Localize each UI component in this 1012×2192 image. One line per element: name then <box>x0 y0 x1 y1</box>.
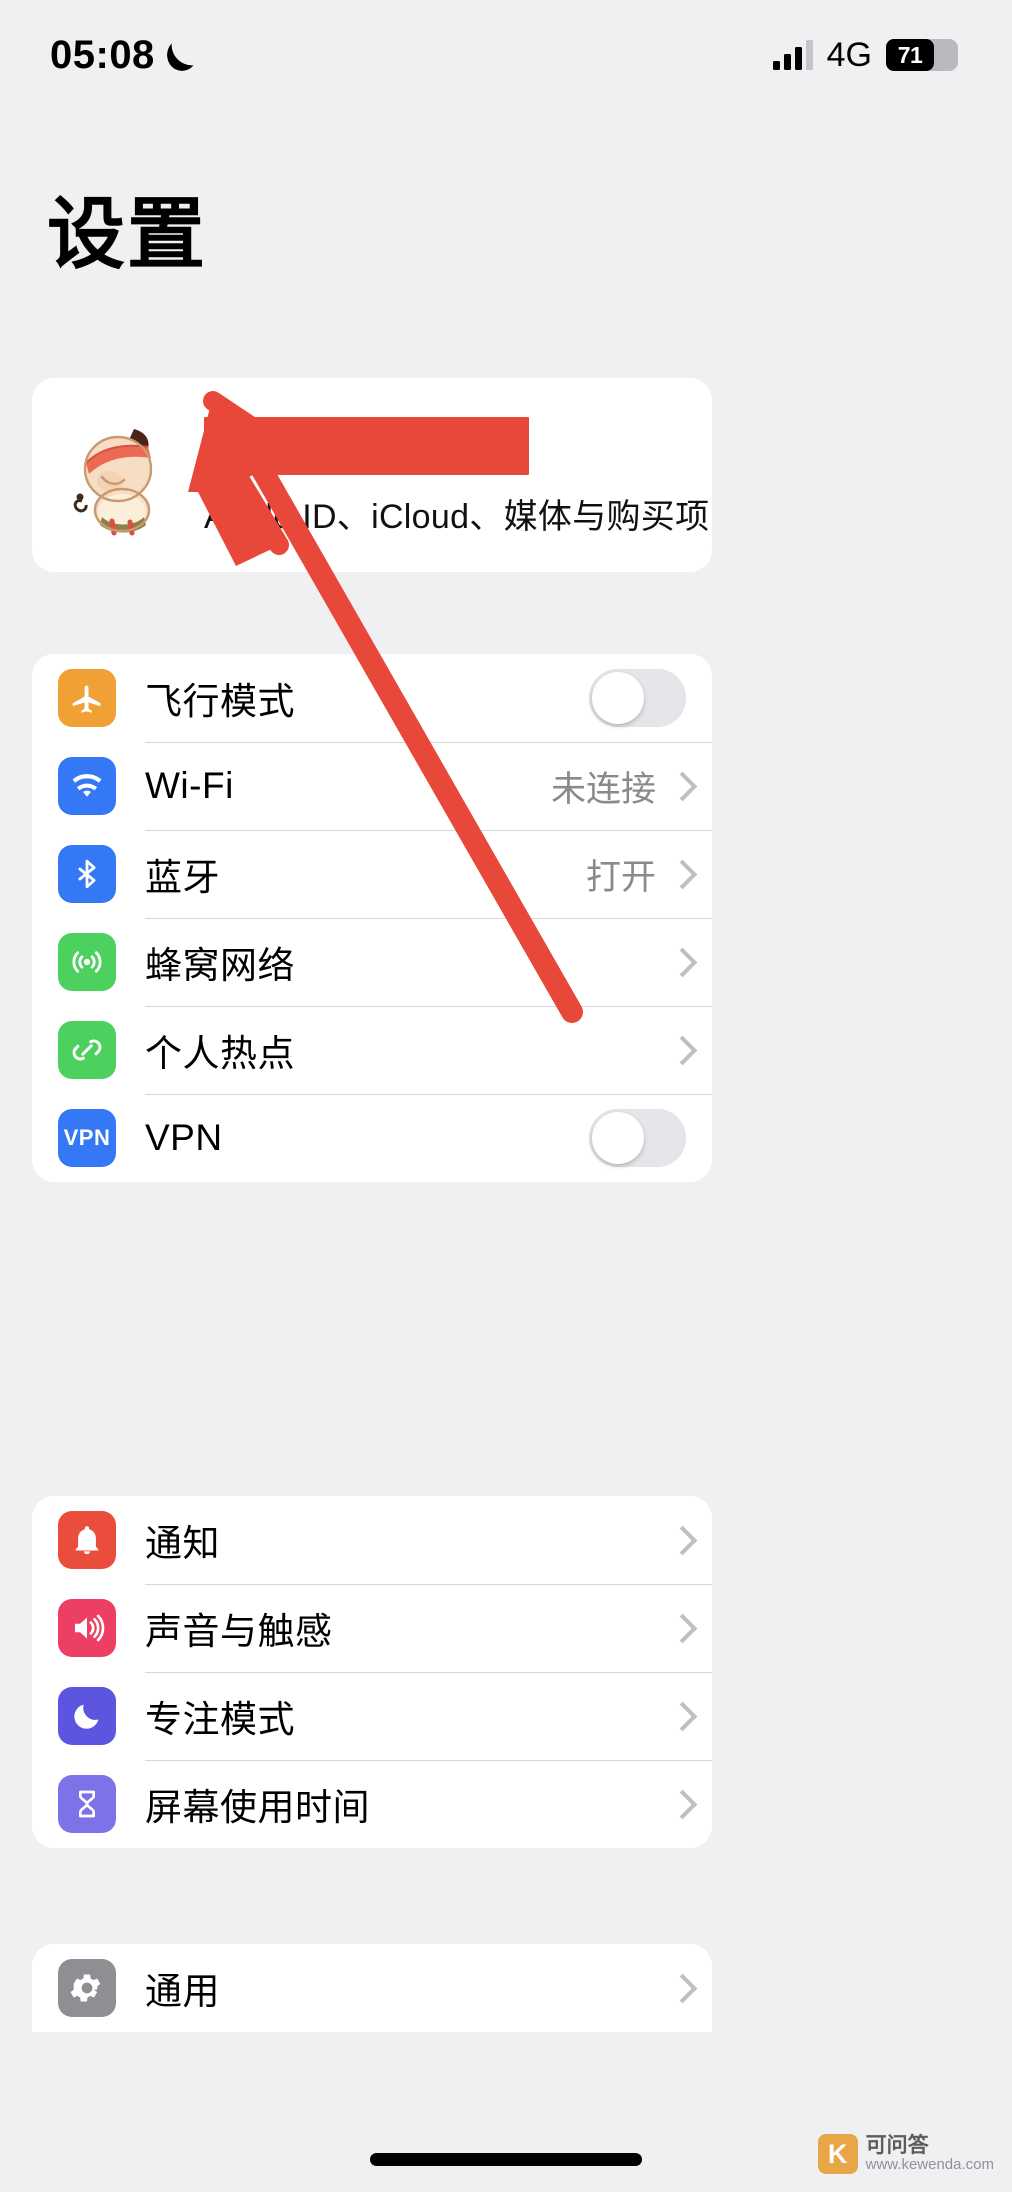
bluetooth-status-value: 打开 <box>585 857 656 897</box>
cartoon-baby-avatar <box>58 413 182 537</box>
airplane-mode-toggle[interactable] <box>589 669 686 727</box>
settings-row-general[interactable]: 通用 <box>32 1944 712 2032</box>
status-bar-left: 05:08 <box>50 33 197 78</box>
settings-row-vpn[interactable]: VPN VPN <box>32 1094 712 1182</box>
home-indicator <box>370 2153 642 2166</box>
wifi-icon <box>58 757 116 815</box>
settings-row-label: 专注模式 <box>145 1699 295 1740</box>
settings-row-label: 声音与触感 <box>145 1611 333 1652</box>
hotspot-icon <box>58 1021 116 1079</box>
settings-row-label: VPN <box>145 1117 223 1158</box>
moon-focus-icon <box>58 1687 116 1745</box>
chevron-right-icon <box>672 1037 686 1063</box>
settings-row-focus[interactable]: 专注模式 <box>32 1672 712 1760</box>
vpn-icon: VPN <box>58 1109 116 1167</box>
watermark-name: 可问答 <box>865 2134 929 2158</box>
chevron-right-icon <box>672 1791 686 1817</box>
settings-row-label: 个人热点 <box>145 1033 295 1074</box>
settings-row-airplane-mode[interactable]: 飞行模式 <box>32 654 712 742</box>
settings-group-system: 通用 <box>32 1944 712 2032</box>
site-watermark: K 可问答 www.kewenda.com <box>817 2134 994 2174</box>
bluetooth-icon <box>58 845 116 903</box>
chevron-right-icon <box>672 861 686 887</box>
chevron-right-icon <box>672 1527 686 1553</box>
watermark-url: www.kewenda.com <box>865 2156 994 2174</box>
status-bar-right: 4G 71 <box>772 35 958 75</box>
cellular-icon <box>58 933 116 991</box>
apple-id-card[interactable]: Apple ID、iCloud、媒体与购买项目 <box>32 378 712 572</box>
settings-row-screen-time[interactable]: 屏幕使用时间 <box>32 1760 712 1848</box>
gear-icon <box>58 1959 116 2017</box>
chevron-right-icon <box>672 949 686 975</box>
settings-row-label: 飞行模式 <box>145 681 295 722</box>
battery-percent-label: 71 <box>897 41 923 68</box>
crescent-moon-icon <box>167 39 197 71</box>
chevron-right-icon <box>672 773 686 799</box>
page-title: 设置 <box>47 190 208 278</box>
settings-group-connectivity: 飞行模式 Wi-Fi 未连接 蓝牙 打开 蜂窝网络 个人热点 VPN VPN <box>32 654 712 1182</box>
status-time: 05:08 <box>50 32 155 77</box>
settings-row-label: 屏幕使用时间 <box>145 1787 370 1828</box>
settings-row-label: Wi-Fi <box>145 765 234 806</box>
settings-row-bluetooth[interactable]: 蓝牙 打开 <box>32 830 712 918</box>
vpn-toggle[interactable] <box>589 1109 686 1167</box>
settings-row-label: 蜂窝网络 <box>145 945 295 986</box>
chevron-right-icon <box>672 1703 686 1729</box>
apple-id-row[interactable]: Apple ID、iCloud、媒体与购买项目 <box>32 378 712 572</box>
cellular-signal-icon <box>772 40 813 70</box>
redacted-account-name <box>204 416 529 475</box>
chevron-right-icon <box>672 1975 686 2001</box>
settings-row-sounds-haptics[interactable]: 声音与触感 <box>32 1584 712 1672</box>
airplane-icon <box>58 669 116 727</box>
settings-row-label: 通用 <box>145 1971 220 2012</box>
settings-row-hotspot[interactable]: 个人热点 <box>32 1006 712 1094</box>
settings-row-label: 通知 <box>145 1523 220 1564</box>
battery-icon: 71 <box>886 39 958 71</box>
settings-row-label: 蓝牙 <box>145 857 220 898</box>
wifi-status-value: 未连接 <box>550 769 656 809</box>
chevron-right-icon <box>672 1615 686 1641</box>
apple-id-texts: Apple ID、iCloud、媒体与购买项目 <box>204 413 712 538</box>
apple-id-subtitle: Apple ID、iCloud、媒体与购买项目 <box>204 497 712 536</box>
settings-screen: 05:08 4G 71 设置 Apple ID、iCloud、媒体与购买项目 飞… <box>0 0 1012 2192</box>
speaker-icon <box>58 1599 116 1657</box>
watermark-badge: K <box>817 2134 858 2174</box>
bell-icon <box>58 1511 116 1569</box>
status-bar: 05:08 4G 71 <box>0 0 1012 110</box>
settings-row-wifi[interactable]: Wi-Fi 未连接 <box>32 742 712 830</box>
hourglass-icon <box>58 1775 116 1833</box>
settings-row-notifications[interactable]: 通知 <box>32 1496 712 1584</box>
settings-group-alerts: 通知 声音与触感 专注模式 屏幕使用时间 <box>32 1496 712 1848</box>
network-type-label: 4G <box>826 35 872 74</box>
settings-row-cellular[interactable]: 蜂窝网络 <box>32 918 712 1006</box>
